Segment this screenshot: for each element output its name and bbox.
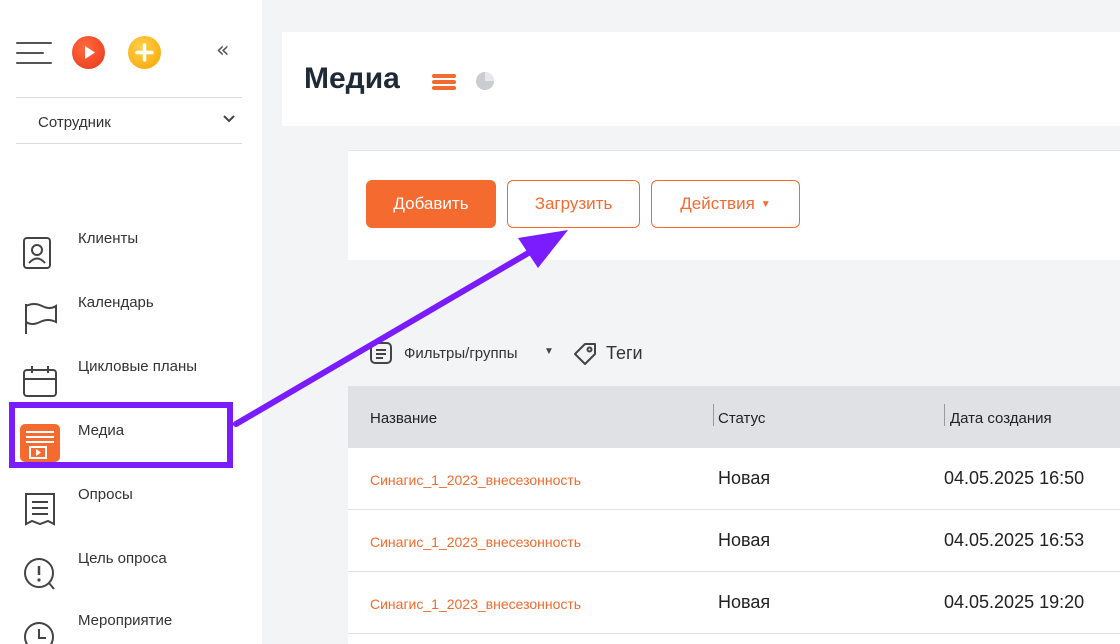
highlight-box	[9, 402, 233, 468]
tag-icon[interactable]	[572, 341, 598, 367]
column-divider[interactable]	[944, 404, 945, 426]
sidebar-item-clients[interactable]: Клиенты	[20, 224, 240, 276]
hamburger-menu-icon[interactable]	[16, 42, 52, 64]
sidebar-item-label: Цель опроса	[78, 550, 167, 567]
sidebar-item-label: Цикловые планы	[78, 358, 198, 375]
sidebar-item-calendar[interactable]: Календарь	[20, 288, 240, 340]
sidebar-item-surveys[interactable]: Опросы	[20, 480, 240, 532]
flag-icon	[20, 294, 60, 334]
chevron-down-icon	[222, 112, 236, 128]
add-icon[interactable]	[128, 36, 161, 69]
tags-button[interactable]: Теги	[606, 343, 643, 364]
column-header-created[interactable]: Дата создания	[950, 410, 1052, 427]
caret-down-icon: ▼	[760, 199, 771, 210]
divider	[16, 143, 242, 144]
actions-dropdown-button[interactable]: Действия ▼	[651, 180, 800, 228]
column-header-name[interactable]: Название	[370, 410, 437, 427]
calendar-icon	[20, 358, 60, 398]
media-name-link[interactable]: Синагис_1_2023_внесезонность	[370, 596, 581, 612]
table-row[interactable]: Синагис_1_2023_внесезонность Новая 04.05…	[348, 510, 1120, 572]
media-table: Название Статус Дата создания Синагис_1_…	[348, 386, 1120, 644]
column-divider[interactable]	[713, 404, 714, 426]
clock-icon	[20, 612, 60, 644]
created-date-cell: 04.05.2025 19:20	[944, 592, 1085, 612]
actions-label: Действия	[680, 194, 755, 213]
table-header: Название Статус Дата создания	[348, 386, 1120, 448]
list-view-icon[interactable]	[432, 74, 456, 90]
sidebar-item-cycle-plans[interactable]: Цикловые планы	[20, 352, 240, 404]
sidebar-item-label: Мероприятие	[78, 612, 173, 629]
sidebar-item-survey-goal[interactable]: Цель опроса	[20, 544, 240, 596]
sidebar: « Сотрудник Клиенты Календарь Цикловые п…	[0, 0, 262, 644]
filter-list-icon[interactable]	[370, 342, 392, 364]
sidebar-item-event[interactable]: Мероприятие	[20, 606, 240, 644]
sidebar-item-label: Опросы	[78, 486, 133, 503]
status-cell: Новая	[718, 530, 771, 550]
media-name-link[interactable]: Синагис_1_2023_внесезонность	[370, 472, 581, 488]
created-date-cell: 04.05.2025 16:53	[944, 530, 1085, 550]
media-name-link[interactable]: Синагис_1_2023_внесезонность	[370, 534, 581, 550]
sidebar-item-label: Календарь	[78, 294, 154, 311]
page-header: Медиа	[282, 32, 1120, 126]
table-row[interactable]: Синагис_1_2023_внесезонность Новая 04.05…	[348, 572, 1120, 634]
table-row[interactable]: Синагис_1_2023_внесезонность Новая 04.05…	[348, 448, 1120, 510]
column-header-status[interactable]: Статус	[718, 410, 765, 427]
role-select[interactable]: Сотрудник	[16, 98, 242, 144]
created-date-cell: 04.05.2025 16:50	[944, 468, 1085, 488]
upload-button[interactable]: Загрузить	[507, 180, 640, 228]
status-cell: Новая	[718, 592, 771, 612]
status-cell: Новая	[718, 468, 771, 488]
survey-list-icon	[20, 486, 60, 526]
client-card-icon	[20, 230, 60, 270]
page-title: Медиа	[304, 62, 400, 95]
collapse-sidebar-icon[interactable]: «	[216, 38, 229, 63]
sidebar-item-label: Клиенты	[78, 230, 139, 247]
toolbar: Добавить Загрузить Действия ▼	[348, 150, 1120, 260]
play-icon[interactable]	[72, 36, 105, 69]
role-label: Сотрудник	[38, 114, 111, 131]
survey-goal-icon	[20, 550, 60, 590]
add-button[interactable]: Добавить	[366, 180, 496, 228]
filters-groups-dropdown[interactable]: Фильтры/группы	[404, 345, 518, 362]
sidebar-top-bar: «	[16, 36, 242, 72]
pie-chart-icon[interactable]	[474, 70, 496, 92]
caret-down-icon[interactable]: ▼	[544, 346, 554, 357]
